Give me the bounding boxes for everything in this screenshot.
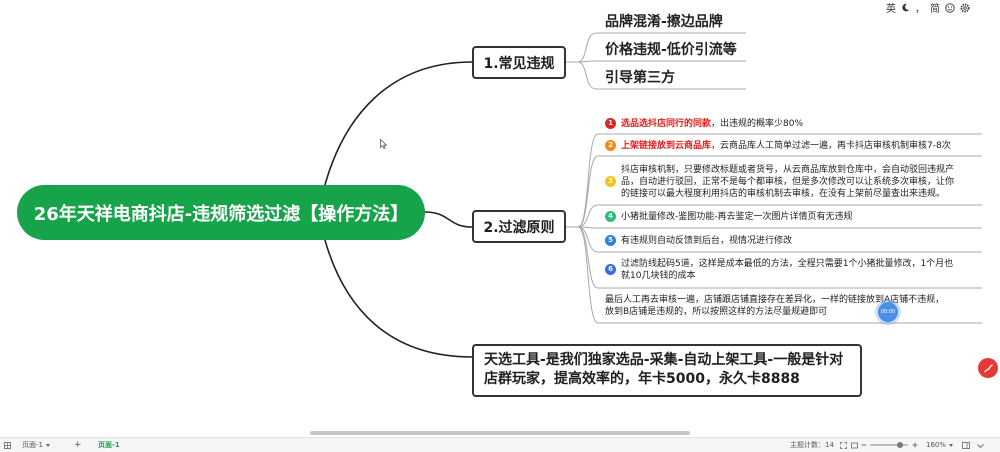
connector-root-to-branch-3 [319, 219, 473, 358]
root-topic[interactable]: 26年天祥电商抖店-违规筛选过滤【操作方法】 [17, 185, 425, 240]
leaf-topic[interactable]: 价格违规-低价引流等 [605, 41, 737, 59]
leaf-number-badge: 2 [605, 140, 616, 151]
ime-script-toggle[interactable]: 简 [930, 1, 940, 15]
leaf-number-badge: 6 [605, 264, 616, 275]
leaf-connector [577, 226, 982, 229]
recording-timer-bubble[interactable]: 00:00 [878, 302, 898, 322]
leaf-text-line: 就10几块钱的成本 [621, 271, 696, 281]
horizontal-scrollbar-thumb[interactable] [310, 431, 690, 435]
leaf-line: 上架链接放到云商品库，云商品库人工简单过滤一遍，再卡抖店审核机制审核7-8次 [621, 140, 951, 152]
connector-root-to-branch-1 [319, 61, 473, 206]
filter-leaf-5[interactable]: 有违规则自动反馈到后台，视情况进行修改 [621, 235, 792, 247]
branch-topic-selection-tool[interactable]: 天选工具-是我们独家选品-采集-自动上架工具-一般是针对 店群玩家，提高效率的，… [472, 344, 862, 397]
topic-count-label: 主题计数：14 [790, 441, 834, 449]
mouse-cursor-icon [380, 139, 387, 149]
leaf-topic[interactable]: 品牌混淆-擦边品牌 [605, 13, 723, 31]
branch-topic-common-violations[interactable]: 1.常见违规 [472, 46, 566, 79]
page-list-icon[interactable] [4, 438, 11, 452]
ime-toolbar: 英 ， 简 [886, 1, 970, 15]
filter-leaf-4[interactable]: 小猪批量修改-鉴图功能-再去鉴定一次图片详情页有无违规 [621, 211, 853, 223]
branch-topic-filter-principles[interactable]: 2.过滤原则 [472, 210, 566, 243]
annotate-button[interactable] [978, 358, 998, 378]
zoom-level-selector[interactable]: 160% [926, 438, 954, 452]
ime-language-toggle[interactable]: 英 [886, 1, 896, 15]
connector-root-to-branch-2 [424, 211, 473, 228]
moon-icon[interactable] [901, 1, 910, 14]
expand-icon[interactable] [977, 438, 984, 452]
zoom-out-icon[interactable] [861, 438, 867, 452]
add-page-button[interactable]: + [74, 438, 82, 452]
leaf-line: 选品选抖店同行的同款，出违规的概率少80% [621, 118, 803, 130]
leaf-highlight-text: 上架链接放到云商品库 [621, 141, 712, 151]
page-selector-label: 页面-1 [22, 441, 43, 449]
panel-toggle-icon[interactable] [962, 438, 970, 452]
add-page-label: + [74, 440, 82, 450]
leaf-number-badge: 1 [605, 118, 616, 129]
chevron-down-icon [45, 443, 50, 447]
topic-count: 主题计数：14 [790, 438, 834, 452]
zoom-in-icon[interactable] [912, 438, 918, 452]
gear-icon[interactable] [960, 1, 970, 14]
zoom-slider-thumb[interactable] [897, 442, 903, 448]
leaf-text-line: 的链接可以最大程度利用抖店的审核机制去审核，在没有上架前尽量查出来违规。 [621, 189, 946, 199]
page-selector[interactable]: 页面-1 [22, 438, 50, 452]
leaf-text: 有违规则自动反馈到后台，视情况进行修改 [621, 236, 793, 246]
leaf-number-badge: 3 [605, 176, 616, 187]
branch-topic-label-line: 店群玩家，提高效率的，年卡5000，永久卡8888 [484, 371, 800, 387]
filter-leaf-2[interactable]: 上架链接放到云商品库，云商品库人工简单过滤一遍，再卡抖店审核机制审核7-8次 [621, 140, 951, 152]
root-topic-label: 26年天祥电商抖店-违规筛选过滤【操作方法】 [33, 203, 409, 225]
fullscreen-icon[interactable] [851, 438, 858, 452]
zoom-level-label: 160% [926, 441, 947, 449]
leaf-number-badge: 5 [605, 235, 616, 246]
leaf-text-line: 品，自动进行驳回，正常不是每个都审核，但是多次修改可以让系统多次审核，让你 [621, 177, 955, 187]
branch-topic-label: 1.常见违规 [483, 55, 555, 72]
filter-leaf-1[interactable]: 选品选抖店同行的同款，出违规的概率少80% [621, 118, 803, 130]
leaf-text: 小猪批量修改-鉴图功能-再去鉴定一次图片详情页有无违规 [621, 212, 853, 222]
leaf-highlight-text: 选品选抖店同行的同款 [621, 119, 712, 129]
leaf-topic-label: 价格违规-低价引流等 [605, 42, 737, 58]
branch-topic-label: 2.过滤原则 [483, 219, 555, 236]
smile-icon[interactable] [945, 1, 955, 14]
page-tab-label: 页面-1 [98, 441, 120, 449]
timer-text: 00:00 [880, 309, 896, 315]
ime-punctuation-toggle[interactable]: ， [915, 1, 925, 15]
filter-leaf-3[interactable]: 抖店审核机制，只要修改标题或者货号，从云商品库放到仓库中，会自动驳回违规产 品，… [621, 164, 954, 200]
leaf-text-line: 过滤防线起码5道，这样是成本最低的方法，全程只需要1个小猪批量修改，1个月也 [621, 259, 954, 269]
fit-screen-icon[interactable] [840, 438, 847, 452]
leaf-connector [577, 60, 746, 63]
filter-leaf-6[interactable]: 过滤防线起码5道，这样是成本最低的方法，全程只需要1个小猪批量修改，1个月也 就… [621, 258, 953, 282]
leaf-number-badge: 4 [605, 211, 616, 222]
leaf-text-line: 抖店审核机制，只要修改标题或者货号，从云商品库放到仓库中，会自动驳回违规产 [621, 165, 955, 175]
leaf-text: ，云商品库人工简单过滤一遍，再卡抖店审核机制审核7-8次 [711, 141, 951, 151]
leaf-topic-label: 引导第三方 [605, 70, 675, 86]
chevron-down-icon [949, 443, 954, 447]
pen-icon [983, 363, 993, 372]
leaf-topic-label: 品牌混淆-擦边品牌 [605, 14, 723, 30]
leaf-text: ，出违规的概率少80% [711, 119, 804, 129]
status-bar: 页面-1 + 页面-1 主题计数：14 160% [0, 437, 1000, 452]
leaf-topic[interactable]: 引导第三方 [605, 69, 675, 87]
page-tab-active[interactable]: 页面-1 [98, 438, 120, 452]
branch-topic-label-line: 天选工具-是我们独家选品-采集-自动上架工具-一般是针对 [484, 352, 844, 368]
